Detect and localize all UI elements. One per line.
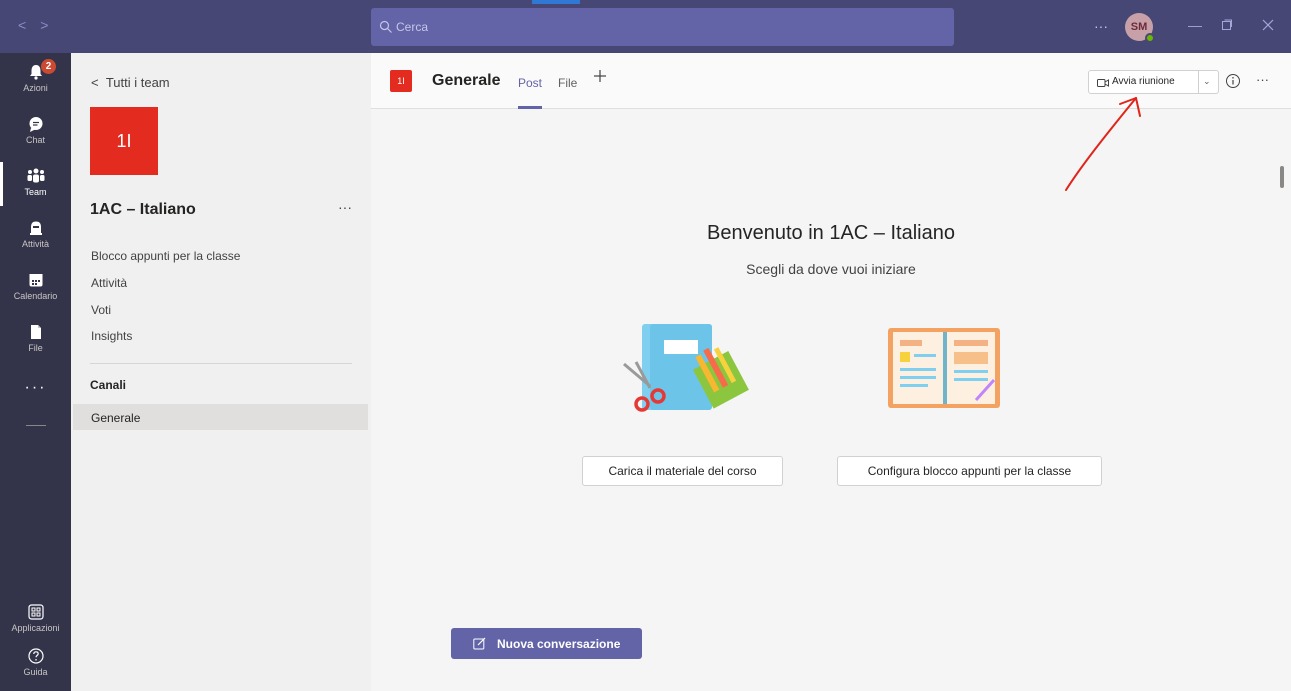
panel-divider <box>90 363 352 364</box>
active-tab-indicator <box>518 106 542 109</box>
rail-item-file[interactable]: File <box>0 315 71 365</box>
chevron-left-icon: < <box>91 75 99 90</box>
button-split-divider <box>1198 71 1199 93</box>
rail-divider <box>26 425 46 426</box>
channel-item-generale[interactable]: Generale <box>73 404 368 430</box>
new-conversation-button[interactable]: Nuova conversazione <box>451 628 642 659</box>
team-link-grades[interactable]: Voti <box>91 303 111 317</box>
tab-file[interactable]: File <box>558 76 577 90</box>
rail-label: Attività <box>21 239 49 249</box>
rail-label: Applicazioni <box>11 623 60 633</box>
rail-label: Guida <box>23 667 48 677</box>
channels-heading: Canali <box>90 378 127 392</box>
channel-header: 1I Generale Post File Avvia riunione ⌄ ·… <box>371 53 1291 109</box>
team-more-options-button[interactable]: ··· <box>338 199 352 215</box>
class-notebook-illustration <box>888 328 1000 408</box>
search-icon <box>379 20 392 33</box>
minimize-icon[interactable]: — <box>1188 17 1202 33</box>
info-icon[interactable] <box>1225 73 1241 89</box>
history-nav: <> <box>18 17 62 33</box>
rail-label: Calendario <box>13 291 58 301</box>
team-link-insights[interactable]: Insights <box>91 329 132 343</box>
rail-item-team[interactable]: Team <box>0 159 71 209</box>
back-arrow-icon[interactable]: < <box>18 17 40 33</box>
all-teams-link[interactable]: < Tutti i team <box>91 75 170 90</box>
team-avatar: 1I <box>90 107 158 175</box>
presence-status-icon <box>1145 33 1155 43</box>
more-apps-button[interactable]: ··· <box>0 379 71 397</box>
rail-label: File <box>28 343 43 353</box>
rail-item-guida[interactable]: Guida <box>0 639 71 689</box>
team-link-notebook[interactable]: Blocco appunti per la classe <box>91 249 240 263</box>
rail-item-applicazioni[interactable]: Applicazioni <box>0 595 71 645</box>
channel-more-options-button[interactable]: ··· <box>1256 72 1269 87</box>
rail-label: Chat <box>25 135 45 145</box>
notification-badge: 2 <box>41 59 56 74</box>
maximize-icon[interactable] <box>1221 19 1233 31</box>
assignments-icon <box>29 221 42 235</box>
all-teams-label: Tutti i team <box>105 75 170 90</box>
rail-label: Azioni <box>23 83 48 93</box>
file-icon <box>30 325 41 339</box>
teams-icon <box>27 168 44 183</box>
calendar-icon <box>29 274 42 287</box>
chat-icon <box>29 117 42 132</box>
video-camera-icon <box>1097 79 1109 87</box>
settings-more-button[interactable]: ··· <box>1094 18 1108 34</box>
team-name: 1AC – Italiano <box>90 201 196 218</box>
title-bar: <> Cerca ··· SM — <box>0 0 1291 53</box>
add-tab-icon[interactable] <box>592 68 608 84</box>
channel-label: Generale <box>91 411 141 425</box>
course-materials-illustration <box>623 324 749 412</box>
chevron-down-icon[interactable]: ⌄ <box>1203 76 1211 87</box>
tab-post[interactable]: Post <box>518 76 542 90</box>
rail-item-azioni[interactable]: 2 Azioni <box>0 55 71 105</box>
channel-team-avatar: 1I <box>390 70 412 92</box>
team-link-assignments[interactable]: Attività <box>91 276 127 290</box>
help-icon <box>27 648 44 664</box>
channel-title: Generale <box>432 72 501 89</box>
annotation-arrow <box>1065 97 1141 191</box>
rail-item-calendario[interactable]: Calendario <box>0 263 71 313</box>
setup-class-notebook-button[interactable]: Configura blocco appunti per la classe <box>837 456 1102 486</box>
app-rail: 2 Azioni Chat Team Attività Calendario F… <box>0 53 71 691</box>
close-icon[interactable] <box>1262 19 1274 31</box>
welcome-title: Benvenuto in 1AC – Italiano <box>707 222 955 244</box>
rail-item-chat[interactable]: Chat <box>0 107 71 157</box>
rail-item-attivita[interactable]: Attività <box>0 211 71 261</box>
apps-icon <box>27 604 44 620</box>
rail-label: Team <box>24 187 47 197</box>
team-panel: < Tutti i team 1I 1AC – Italiano ··· Blo… <box>71 53 371 691</box>
forward-arrow-icon[interactable]: > <box>40 17 62 33</box>
new-conversation-label: Nuova conversazione <box>497 637 621 651</box>
welcome-subtitle: Scegli da dove vuoi iniziare <box>746 261 916 277</box>
start-meeting-label: Avvia riunione <box>1112 76 1175 87</box>
title-accent-strip <box>532 0 580 4</box>
search-input[interactable]: Cerca <box>371 8 954 46</box>
search-placeholder: Cerca <box>396 20 429 34</box>
scrollbar-thumb[interactable] <box>1280 166 1284 188</box>
compose-icon <box>473 637 486 650</box>
upload-course-materials-button[interactable]: Carica il materiale del corso <box>582 456 783 486</box>
